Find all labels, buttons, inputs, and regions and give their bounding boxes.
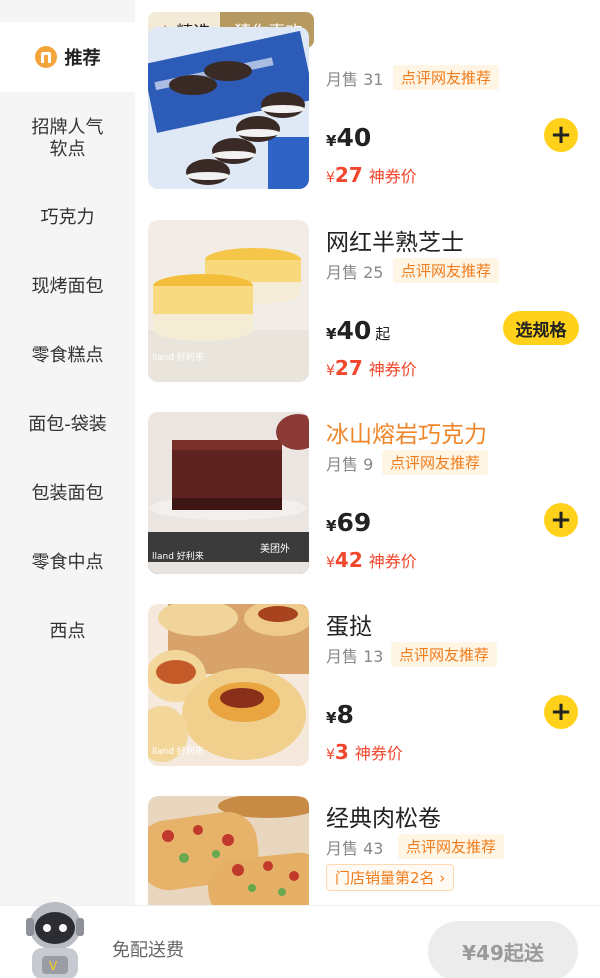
- svg-text:美团外: 美团外: [260, 542, 290, 555]
- coupon-value: 3: [334, 740, 349, 764]
- product-image[interactable]: [148, 796, 309, 905]
- coupon-value: 42: [334, 548, 363, 572]
- price-symbol: ¥: [326, 132, 337, 150]
- product-image[interactable]: lland 好利来: [148, 220, 309, 382]
- select-spec-button[interactable]: 选规格: [503, 311, 579, 345]
- sidebar-item-signature[interactable]: 招牌人气 软点: [0, 117, 135, 161]
- sidebar-item-western-pastry[interactable]: 西点: [0, 621, 135, 643]
- svg-text:lland 好利来: lland 好利来: [152, 550, 204, 562]
- sidebar-item-label: 推荐: [64, 48, 101, 69]
- monthly-sales: 月售 13: [326, 647, 384, 666]
- coupon-label: 神券价: [368, 360, 417, 379]
- sidebar-bottom-cap: [0, 92, 135, 106]
- add-to-cart-button[interactable]: +: [544, 503, 578, 537]
- coupon-label: 神券价: [368, 552, 417, 571]
- coupon-symbol: ¥: [326, 363, 335, 379]
- sidebar-item-chocolate[interactable]: 巧克力: [0, 207, 135, 229]
- recommend-tag: 点评网友推荐: [382, 450, 489, 475]
- recommend-icon: [34, 46, 57, 68]
- coupon-price: ¥3 神券价: [326, 740, 403, 764]
- price: ¥40 起: [326, 316, 390, 345]
- coupon-symbol: ¥: [326, 170, 335, 186]
- sales-rank-tag[interactable]: 门店销量第2名 ›: [326, 864, 455, 891]
- coupon-price: ¥42 神券价: [326, 548, 417, 572]
- monthly-sales: 月售 31: [326, 70, 384, 89]
- category-sidebar: 推荐 招牌人气 软点 巧克力 现烤面包 零食糕点 面包-袋装 包装面包 零食中点…: [0, 0, 135, 905]
- recommend-tag: 点评网友推荐: [391, 642, 498, 667]
- price-value: 40: [336, 123, 372, 152]
- price-symbol: ¥: [326, 709, 337, 727]
- bottom-cart-bar: V 免配送费 ¥49起送: [0, 902, 600, 978]
- price: ¥69: [326, 508, 371, 537]
- cart-mascot-icon[interactable]: V: [18, 898, 92, 978]
- price-value: 69: [336, 508, 372, 537]
- sidebar-top-cap: [0, 0, 135, 22]
- sidebar-item-recommend[interactable]: 推荐: [0, 22, 135, 92]
- product-image[interactable]: lland 好利来 美团外: [148, 412, 309, 574]
- product-name[interactable]: 经典肉松卷: [326, 799, 441, 833]
- add-to-cart-button[interactable]: +: [544, 695, 578, 729]
- monthly-sales: 月售 25: [326, 263, 384, 282]
- product-image[interactable]: [148, 27, 309, 189]
- product-image[interactable]: lland 好利来: [148, 604, 309, 766]
- coupon-label: 神券价: [368, 167, 417, 186]
- coupon-label: 神券价: [354, 744, 403, 763]
- coupon-value: 27: [334, 356, 363, 380]
- sidebar-item-snack-cakes[interactable]: 零食糕点: [0, 345, 135, 367]
- monthly-sales: 月售 9: [326, 455, 374, 474]
- recommend-tag: 点评网友推荐: [393, 258, 500, 283]
- svg-text:V: V: [49, 959, 58, 973]
- product-name[interactable]: 蛋挞: [326, 607, 372, 641]
- sidebar-item-packaged-bread[interactable]: 包装面包: [0, 483, 135, 505]
- price: ¥8: [326, 700, 354, 729]
- recommend-tag: 点评网友推荐: [398, 834, 505, 859]
- price-symbol: ¥: [326, 517, 337, 535]
- product-name[interactable]: 冰山熔岩巧克力: [326, 415, 487, 449]
- price-symbol: ¥: [326, 325, 337, 343]
- coupon-symbol: ¥: [326, 747, 335, 763]
- product-name[interactable]: 网红半熟芝士: [326, 223, 464, 257]
- sidebar-item-snack-pastry[interactable]: 零食中点: [0, 552, 135, 574]
- coupon-price: ¥27 神券价: [326, 163, 417, 187]
- svg-text:lland 好利来: lland 好利来: [152, 351, 204, 363]
- min-order-button[interactable]: ¥49起送: [428, 921, 578, 978]
- product-card[interactable]: 经典肉松卷 月售 43 点评网友推荐 门店销量第2名 ›: [148, 796, 600, 905]
- monthly-sales: 月售 43: [326, 839, 384, 858]
- coupon-symbol: ¥: [326, 555, 335, 571]
- free-delivery-text: 免配送费: [112, 940, 184, 961]
- price-suffix: 起: [375, 325, 391, 343]
- recommend-tag: 点评网友推荐: [393, 65, 500, 90]
- sidebar-item-fresh-bread[interactable]: 现烤面包: [0, 276, 135, 298]
- price: ¥40: [326, 123, 371, 152]
- coupon-price: ¥27 神券价: [326, 356, 417, 380]
- coupon-value: 27: [334, 163, 363, 187]
- product-card[interactable]: lland 好利来 蛋挞 月售 13 点评网友推荐 ¥8 ¥3 神券价 +: [148, 604, 600, 766]
- add-to-cart-button[interactable]: +: [544, 118, 578, 152]
- price-value: 8: [336, 700, 354, 729]
- svg-text:lland 好利来: lland 好利来: [152, 745, 204, 757]
- sidebar-item-bagged-bread[interactable]: 面包-袋装: [0, 414, 135, 436]
- product-card[interactable]: 月售 31 点评网友推荐 ¥40 ¥27 神券价 +: [148, 27, 600, 189]
- price-value: 40: [336, 316, 372, 345]
- product-card[interactable]: lland 好利来 美团外 冰山熔岩巧克力 月售 9 点评网友推荐 ¥69 ¥4…: [148, 412, 600, 574]
- product-card[interactable]: lland 好利来 网红半熟芝士 月售 25 点评网友推荐 ¥40 起 ¥27 神券…: [148, 220, 600, 382]
